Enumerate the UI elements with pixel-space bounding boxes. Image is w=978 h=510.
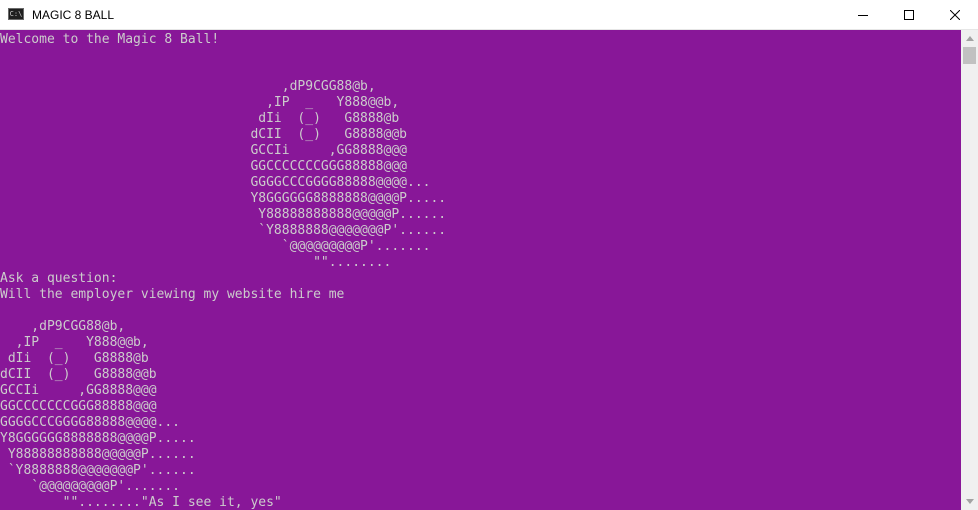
minimize-icon xyxy=(858,15,868,16)
chevron-down-icon xyxy=(965,499,974,504)
minimize-button[interactable] xyxy=(840,0,886,30)
close-icon xyxy=(950,10,960,20)
vertical-scrollbar[interactable] xyxy=(961,30,978,510)
window-title: MAGIC 8 BALL xyxy=(32,8,115,22)
maximize-button[interactable] xyxy=(886,0,932,30)
close-button[interactable] xyxy=(932,0,978,30)
console-output[interactable]: Welcome to the Magic 8 Ball! ,dP9CGG88@b… xyxy=(0,30,961,510)
prompt-line: Ask a question: xyxy=(0,271,118,286)
title-bar[interactable]: C:\ MAGIC 8 BALL xyxy=(0,0,978,30)
question-line: Will the employer viewing my website hir… xyxy=(0,287,345,302)
console-app-icon: C:\ xyxy=(8,8,24,20)
maximize-icon xyxy=(904,10,914,20)
welcome-line: Welcome to the Magic 8 Ball! xyxy=(0,32,220,47)
scroll-thumb[interactable] xyxy=(963,47,976,64)
scroll-down-button[interactable] xyxy=(961,493,978,510)
scroll-up-button[interactable] xyxy=(961,30,978,47)
magic-8-ball-art-top: ,dP9CGG88@b, ,IP _ Y888@@b, dIi (_) G888… xyxy=(250,79,447,270)
chevron-up-icon xyxy=(965,36,974,41)
magic-8-ball-art-answer: ,dP9CGG88@b, ,IP _ Y888@@b, dIi (_) G888… xyxy=(0,319,282,510)
